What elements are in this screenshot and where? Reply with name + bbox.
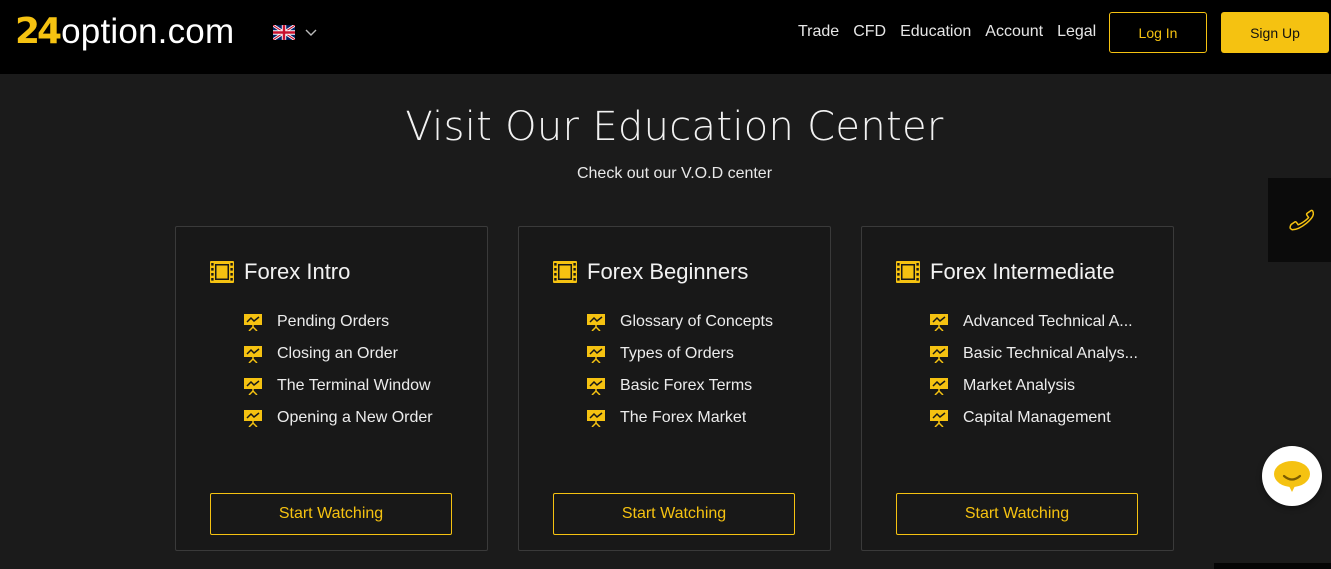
lesson-item[interactable]: Advanced Technical A...: [930, 306, 1160, 338]
card-header: Forex Beginners: [553, 259, 748, 285]
card-title: Forex Beginners: [587, 259, 749, 284]
nav-item-education[interactable]: Education: [900, 22, 971, 42]
live-chat-button[interactable]: [1262, 446, 1322, 506]
presentation-chart-icon: [244, 409, 262, 427]
language-selector[interactable]: [273, 25, 317, 40]
nav-item-account[interactable]: Account: [985, 22, 1043, 42]
start-watching-button[interactable]: Start Watching: [553, 493, 795, 535]
bottom-widget-strip: [1214, 563, 1331, 569]
start-watching-button[interactable]: Start Watching: [896, 493, 1138, 535]
lesson-item[interactable]: Pending Orders: [244, 306, 474, 338]
lesson-list: Advanced Technical A... Basic Technical …: [930, 306, 1160, 434]
presentation-chart-icon: [244, 377, 262, 395]
lesson-label: Market Analysis: [963, 377, 1076, 394]
course-card-forex-beginners: Forex Beginners Glossary of Concepts Typ…: [518, 226, 831, 551]
lesson-label: Opening a New Order: [277, 409, 433, 426]
lesson-label: Advanced Technical A...: [963, 313, 1133, 330]
course-card-forex-intermediate: Forex Intermediate Advanced Technical A.…: [861, 226, 1174, 551]
lesson-label: Types of Orders: [620, 345, 734, 362]
nav-item-legal[interactable]: Legal: [1057, 22, 1096, 42]
call-us-tab[interactable]: [1268, 178, 1331, 262]
site-logo[interactable]: 24 option.com: [15, 10, 234, 54]
nav-item-cfd[interactable]: CFD: [853, 22, 886, 42]
lesson-item[interactable]: Capital Management: [930, 402, 1160, 434]
presentation-chart-icon: [587, 377, 605, 395]
lesson-label: Basic Forex Terms: [620, 377, 753, 394]
lesson-label: Closing an Order: [277, 345, 398, 362]
lesson-item[interactable]: The Terminal Window: [244, 370, 474, 402]
card-header: Forex Intro: [210, 259, 350, 285]
lesson-item[interactable]: Basic Technical Analys...: [930, 338, 1160, 370]
film-icon: [896, 261, 920, 283]
presentation-chart-icon: [930, 409, 948, 427]
lesson-item[interactable]: Market Analysis: [930, 370, 1160, 402]
lesson-item[interactable]: Closing an Order: [244, 338, 474, 370]
nav-item-trade[interactable]: Trade: [798, 22, 839, 42]
presentation-chart-icon: [244, 313, 262, 331]
phone-icon: [1288, 209, 1314, 231]
logo-number: 24: [15, 11, 62, 52]
lesson-label: The Forex Market: [620, 409, 747, 426]
lesson-item[interactable]: Types of Orders: [587, 338, 817, 370]
card-header: Forex Intermediate: [896, 259, 1115, 285]
presentation-chart-icon: [930, 377, 948, 395]
course-card-forex-intro: Forex Intro Pending Orders Closing an Or…: [175, 226, 488, 551]
lesson-list: Glossary of Concepts Types of Orders Bas…: [587, 306, 817, 434]
login-button[interactable]: Log In: [1109, 12, 1207, 53]
lesson-label: Capital Management: [963, 409, 1111, 426]
logo-text: option.com: [61, 12, 235, 51]
main-nav: Trade CFD Education Account Legal: [798, 22, 1110, 42]
lesson-label: Glossary of Concepts: [620, 313, 773, 330]
presentation-chart-icon: [587, 345, 605, 363]
lesson-label: Basic Technical Analys...: [963, 345, 1138, 362]
lesson-item[interactable]: The Forex Market: [587, 402, 817, 434]
film-icon: [210, 261, 234, 283]
presentation-chart-icon: [930, 313, 948, 331]
top-navigation-bar: 24 option.com Trade CFD Education Accoun…: [0, 0, 1331, 74]
lesson-list: Pending Orders Closing an Order The Term…: [244, 306, 474, 434]
presentation-chart-icon: [244, 345, 262, 363]
lesson-label: The Terminal Window: [277, 377, 431, 394]
film-icon: [553, 261, 577, 283]
lesson-label: Pending Orders: [277, 313, 390, 330]
lesson-item[interactable]: Opening a New Order: [244, 402, 474, 434]
presentation-chart-icon: [587, 313, 605, 331]
start-watching-button[interactable]: Start Watching: [210, 493, 452, 535]
presentation-chart-icon: [587, 409, 605, 427]
chat-icon: [1274, 461, 1310, 492]
lesson-item[interactable]: Glossary of Concepts: [587, 306, 817, 338]
card-title: Forex Intermediate: [930, 259, 1115, 284]
page-subtitle: Check out our V.O.D center: [576, 165, 773, 182]
page-title: Visit Our Education Center: [405, 104, 944, 150]
lesson-item[interactable]: Basic Forex Terms: [587, 370, 817, 402]
signup-button[interactable]: Sign Up: [1221, 12, 1329, 53]
presentation-chart-icon: [930, 345, 948, 363]
card-title: Forex Intro: [244, 259, 351, 284]
chevron-down-icon: [305, 29, 317, 36]
uk-flag-icon: [273, 25, 295, 40]
